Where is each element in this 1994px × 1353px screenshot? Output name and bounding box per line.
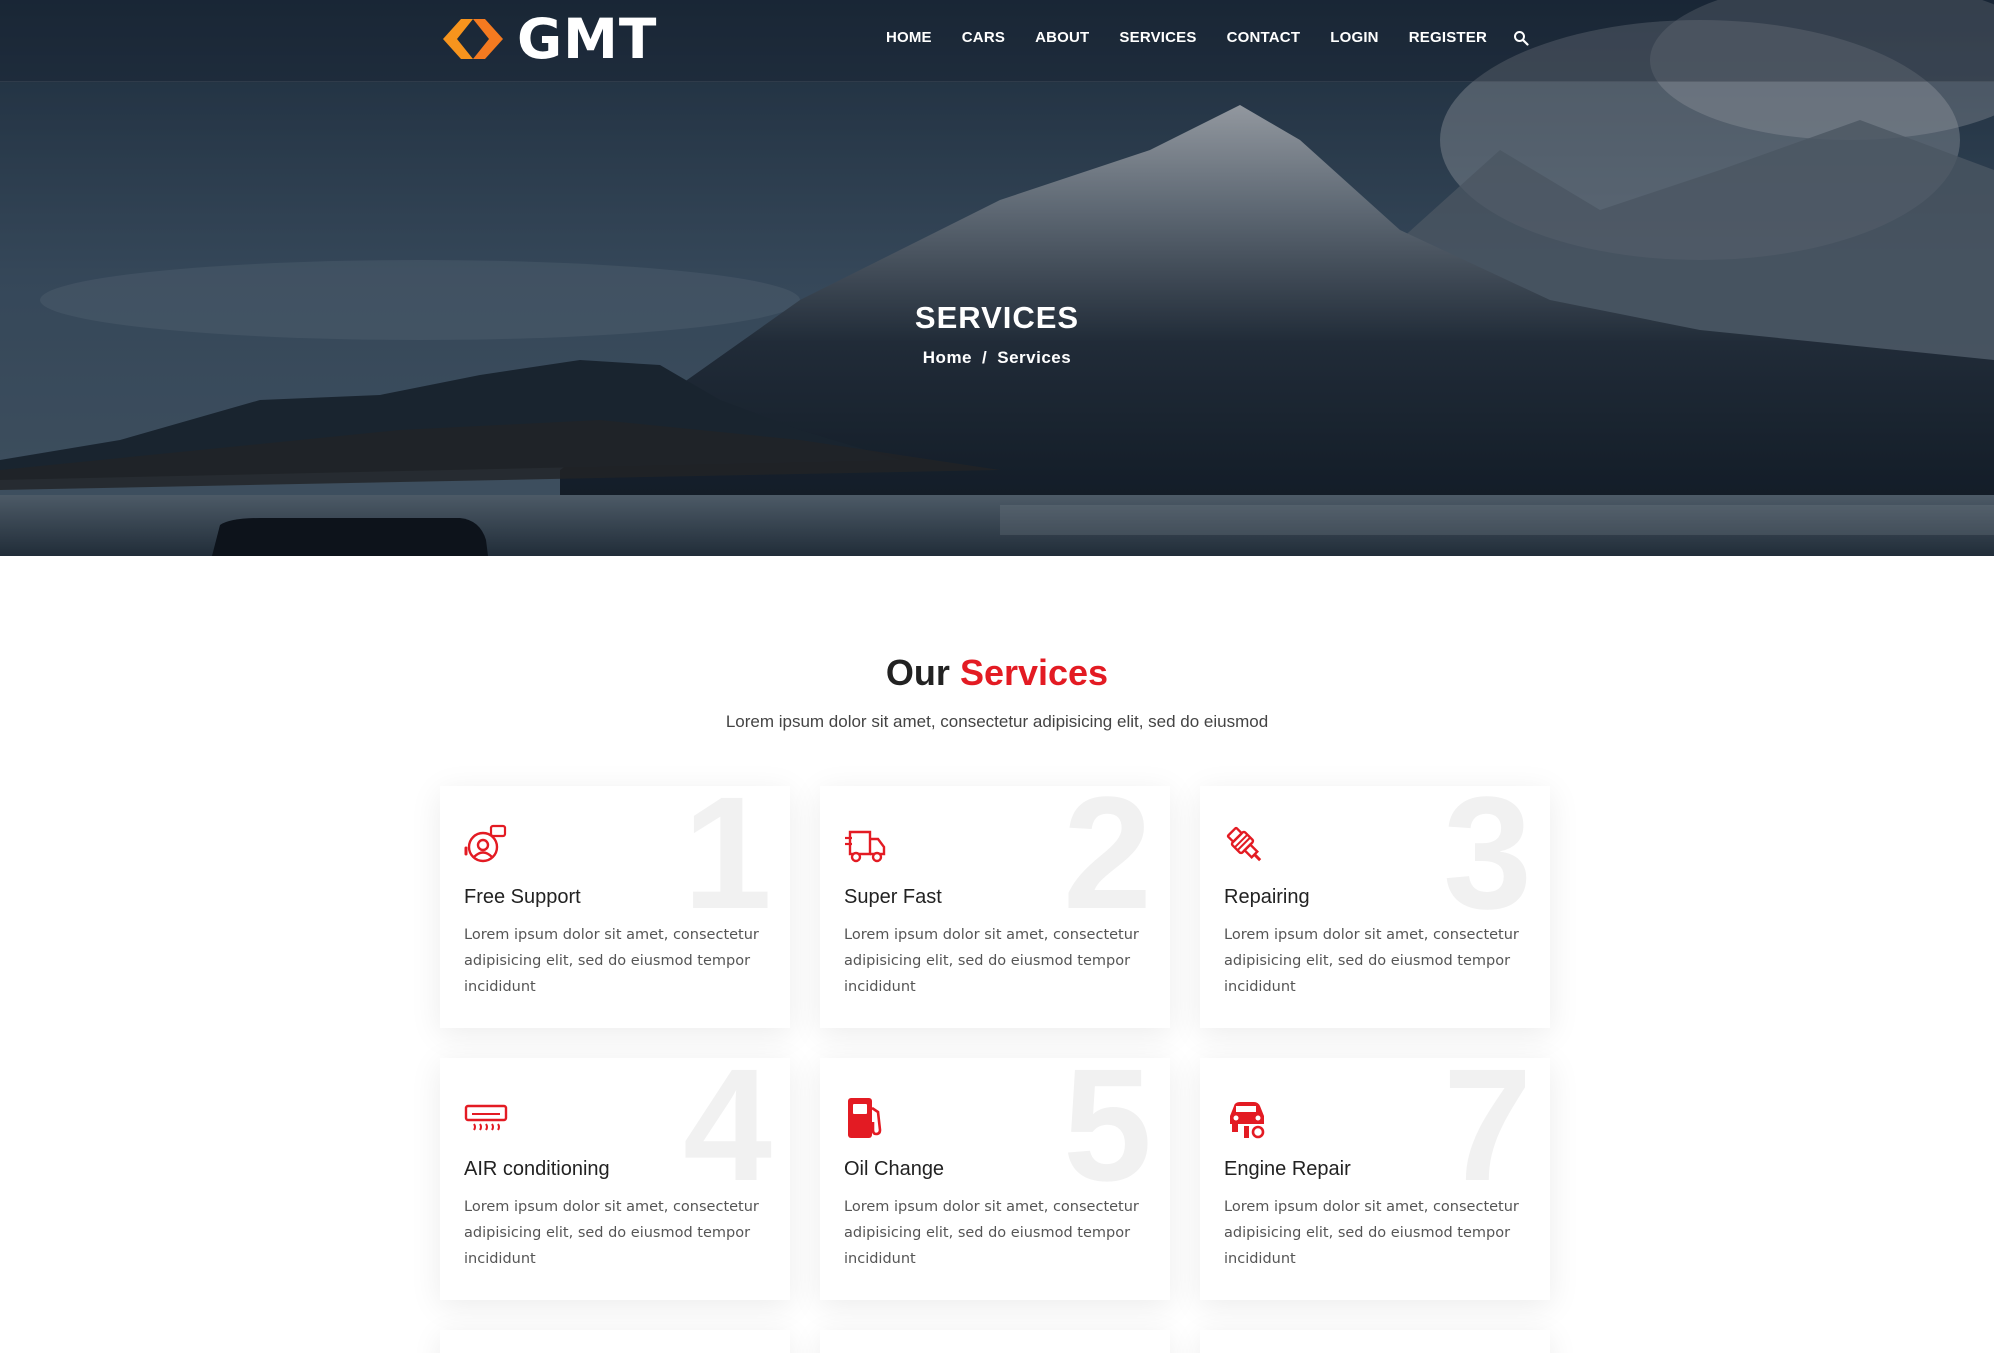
page-title: SERVICES xyxy=(914,300,1080,335)
service-card-partial[interactable] xyxy=(440,1330,790,1353)
service-card-partial[interactable] xyxy=(820,1330,1170,1353)
nav-about[interactable]: ABOUT xyxy=(1035,28,1089,48)
card-title: Oil Change xyxy=(844,1158,945,1180)
card-description: Lorem ipsum dolor sit amet, consectetur … xyxy=(464,1199,759,1267)
nav-contact[interactable]: CONTACT xyxy=(1227,28,1301,48)
service-card-oil-change[interactable]: 5 Oil Change Lorem ipsum dolor sit amet,… xyxy=(820,1058,1170,1300)
card-description: Lorem ipsum dolor sit amet, consectetur … xyxy=(844,1199,1139,1267)
hero-banner: GMT HOME CARS ABOUT SERVICES CONTACT LOG… xyxy=(0,0,1994,556)
card-number: 3 xyxy=(1443,786,1532,942)
fast-truck-icon xyxy=(845,830,886,863)
section-title-part1: Our xyxy=(885,652,950,693)
air-conditioner-icon xyxy=(464,1104,508,1131)
card-number: 4 xyxy=(683,1058,772,1214)
car-repair-icon xyxy=(1230,1102,1265,1139)
card-description: Lorem ipsum dolor sit amet, consectetur … xyxy=(844,927,1139,995)
card-title: Repairing xyxy=(1224,886,1310,908)
service-card-partial[interactable] xyxy=(1200,1330,1550,1353)
breadcrumb: Home / Services xyxy=(0,348,1994,368)
service-card-super-fast[interactable]: 2 Super Fast Lorem ipsum dolor sit amet,… xyxy=(820,786,1170,1028)
card-title: Super Fast xyxy=(844,886,942,908)
nav-login[interactable]: LOGIN xyxy=(1330,28,1379,48)
hero-overlay xyxy=(0,0,1994,556)
nav-home[interactable]: HOME xyxy=(886,28,932,48)
card-number: 7 xyxy=(1443,1058,1532,1214)
card-title: AIR conditioning xyxy=(464,1158,610,1180)
card-number: 5 xyxy=(1063,1058,1152,1214)
card-description: Lorem ipsum dolor sit amet, consectetur … xyxy=(1224,927,1519,995)
breadcrumb-current: Services xyxy=(997,348,1072,367)
logo-mark-icon xyxy=(443,19,503,59)
card-description: Lorem ipsum dolor sit amet, consectetur … xyxy=(464,927,759,995)
card-description: Lorem ipsum dolor sit amet, consectetur … xyxy=(1224,1199,1519,1267)
search-icon[interactable] xyxy=(1513,30,1529,46)
nav-cars[interactable]: CARS xyxy=(962,28,1005,48)
section-title-accent: Services xyxy=(959,652,1109,693)
breadcrumb-home-link[interactable]: Home xyxy=(923,348,972,367)
section-subtitle: Lorem ipsum dolor sit amet, consectetur … xyxy=(725,712,1269,731)
card-title: Free Support xyxy=(464,886,581,908)
fuel-pump-icon xyxy=(848,1098,882,1138)
main-navigation: HOME CARS ABOUT SERVICES CONTACT LOGIN R… xyxy=(886,28,1529,48)
top-navbar: GMT HOME CARS ABOUT SERVICES CONTACT LOG… xyxy=(0,0,1994,82)
spark-plug-icon xyxy=(1226,826,1262,862)
nav-services[interactable]: SERVICES xyxy=(1119,28,1196,48)
nav-register[interactable]: REGISTER xyxy=(1409,28,1487,48)
support-icon xyxy=(464,824,507,863)
service-card-air-conditioning[interactable]: 4 AIR conditioning Lorem ipsum dolor sit… xyxy=(440,1058,790,1300)
service-card-engine-repair[interactable]: 7 Engine Repair Lorem ipsum dolor sit am… xyxy=(1200,1058,1550,1300)
brand-name: GMT xyxy=(517,7,658,71)
card-number: 2 xyxy=(1063,786,1152,942)
brand-logo[interactable]: GMT xyxy=(439,7,658,71)
breadcrumb-separator: / xyxy=(982,348,988,367)
section-title: Our Services xyxy=(0,652,1994,694)
service-card-free-support[interactable]: 1 Free Support Lorem ipsum dolor sit ame… xyxy=(440,786,790,1028)
card-number: 1 xyxy=(683,786,772,942)
service-card-repairing[interactable]: 3 Repairing Lorem ipsum dolor sit amet, … xyxy=(1200,786,1550,1028)
card-title: Engine Repair xyxy=(1224,1158,1351,1180)
